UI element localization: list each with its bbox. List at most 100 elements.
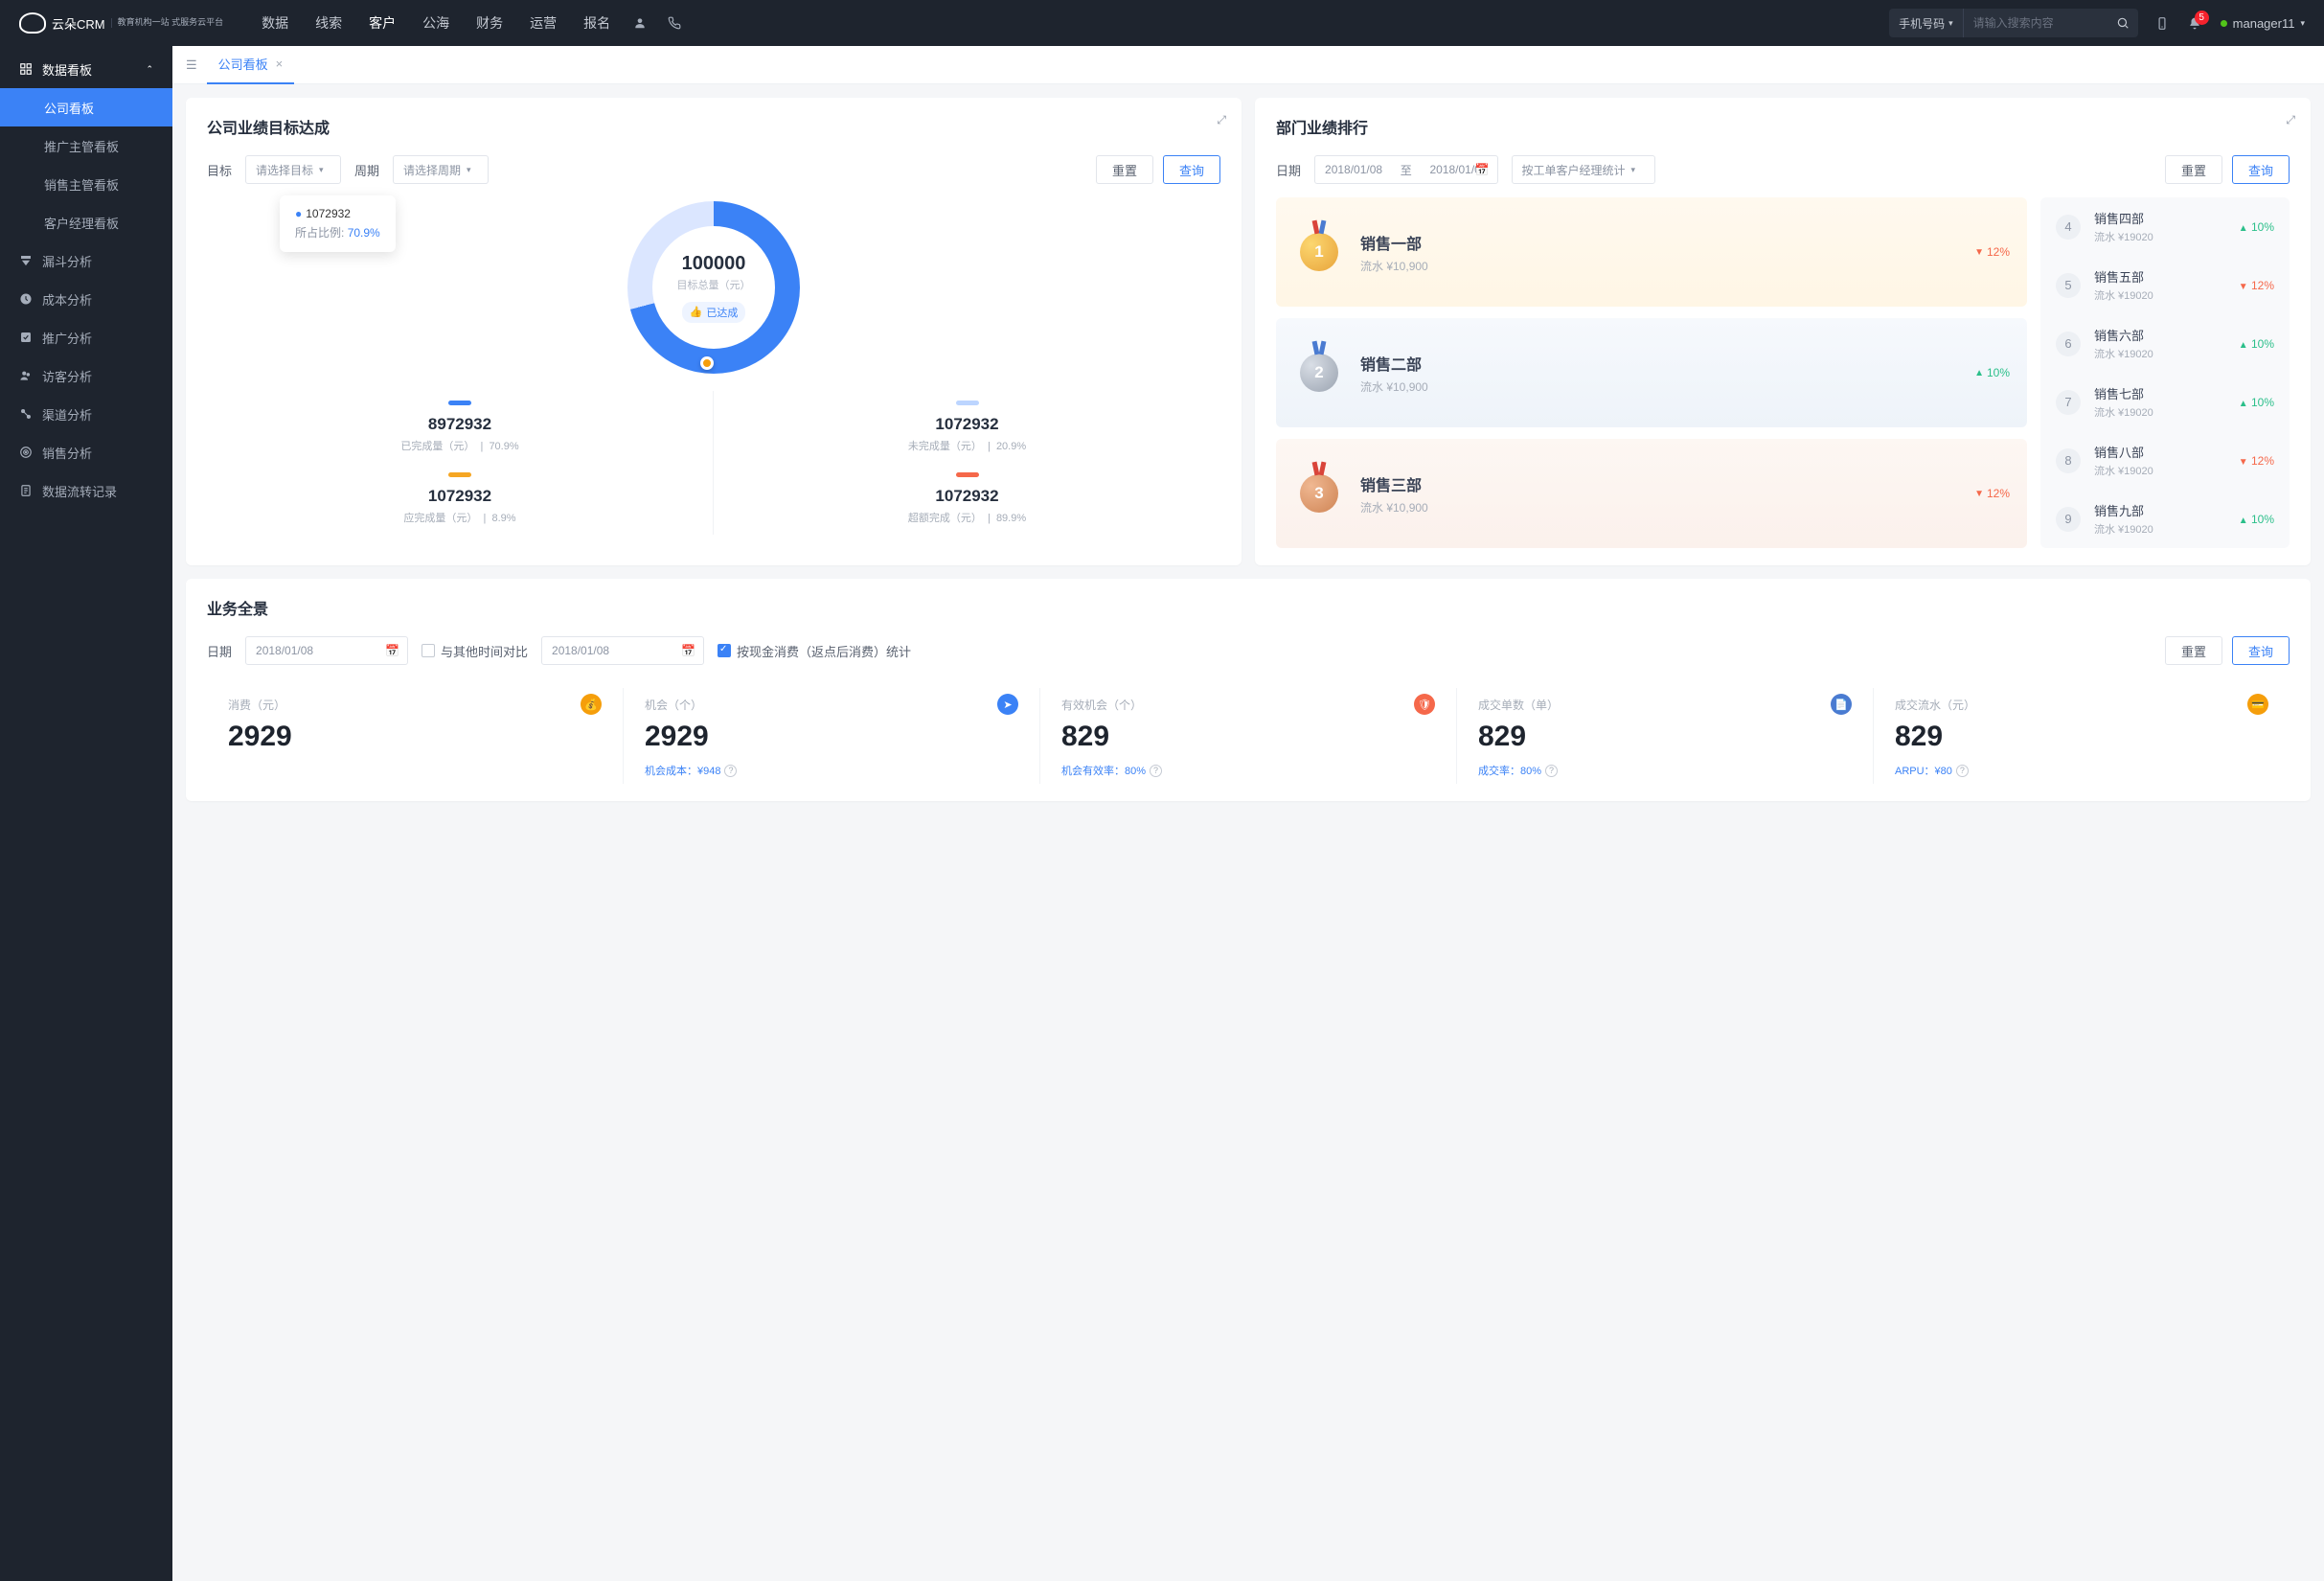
arrow-up-icon: ▲ (2239, 399, 2248, 409)
expand-icon[interactable]: ⤢ (2286, 113, 2295, 127)
help-icon[interactable]: ? (1956, 765, 1969, 777)
thumb-icon: 👍 (690, 306, 703, 318)
trend-badge: ▼12% (1974, 487, 2010, 500)
ov-query-button[interactable]: 查询 (2232, 636, 2290, 665)
sidebar-group-dashboard[interactable]: 数据看板 ⌃ (0, 50, 172, 88)
sidebar-sub-item[interactable]: 公司看板 (0, 88, 172, 126)
user-icon[interactable] (633, 16, 647, 30)
dashboard-icon (19, 62, 33, 76)
kpi-value: 2929 (645, 721, 1018, 753)
rank-reset-button[interactable]: 重置 (2165, 155, 2222, 184)
menu-icon (19, 331, 33, 344)
help-icon[interactable]: ? (1150, 765, 1162, 777)
topnav-item[interactable]: 运营 (530, 13, 557, 33)
rank-card: ⤢ 部门业绩排行 日期 2018/01/08 至 2018/01/08 📅 按工… (1255, 98, 2311, 565)
topnav-item[interactable]: 公海 (422, 13, 449, 33)
topnav-item[interactable]: 报名 (583, 13, 610, 33)
medal-icon: 1 (1293, 226, 1345, 278)
rank-row: 5销售五部流水 ¥19020▼ 12% (2040, 256, 2290, 314)
notifications-icon[interactable]: 5 (2188, 16, 2201, 30)
arrow-up-icon: ▲ (2239, 340, 2248, 351)
rank-query-button[interactable]: 查询 (2232, 155, 2290, 184)
sidebar-sub-item[interactable]: 推广主管看板 (0, 126, 172, 165)
rank-date-range[interactable]: 2018/01/08 至 2018/01/08 📅 (1314, 155, 1497, 184)
goal-stat: 1072932应完成量（元） | 8.9% (207, 463, 714, 535)
cash-checkbox[interactable] (718, 644, 731, 657)
menu-icon (19, 369, 33, 382)
brand-subtitle: 教育机构一站 式服务云平台 (111, 18, 224, 28)
status-dot-icon (2221, 20, 2227, 27)
ov-reset-button[interactable]: 重置 (2165, 636, 2222, 665)
rank-row: 6销售六部流水 ¥19020▲ 10% (2040, 314, 2290, 373)
sidebar: 数据看板 ⌃ 公司看板推广主管看板销售主管看板客户经理看板 漏斗分析成本分析推广… (0, 46, 172, 1581)
ov-date2-input[interactable]: 2018/01/08📅 (541, 636, 704, 665)
target-label: 目标 (207, 161, 232, 179)
stat-bar-icon (956, 401, 979, 405)
user-name: manager11 (2233, 16, 2295, 31)
kpi-tile: 有效机会（个）🛡829机会有效率：80% ? (1040, 688, 1457, 784)
podium-card: 1销售一部流水 ¥10,900▼12% (1276, 197, 2027, 307)
podium-card: 2销售二部流水 ¥10,900▲10% (1276, 318, 2027, 427)
goal-reset-button[interactable]: 重置 (1096, 155, 1153, 184)
goal-query-button[interactable]: 查询 (1163, 155, 1220, 184)
phone-icon[interactable] (668, 16, 681, 30)
medal-icon: 3 (1293, 468, 1345, 519)
trend-badge: ▼ 12% (2239, 454, 2274, 468)
goal-stat: 1072932未完成量（元） | 20.9% (714, 391, 1220, 463)
kpi-icon: ➤ (997, 694, 1018, 715)
target-select[interactable]: 请选择目标▾ (245, 155, 341, 184)
goal-stat: 1072932超额完成（元） | 89.9% (714, 463, 1220, 535)
arrow-down-icon: ▼ (1974, 489, 1984, 499)
topnav-item[interactable]: 线索 (315, 13, 342, 33)
period-select[interactable]: 请选择周期▾ (393, 155, 489, 184)
sidebar-item[interactable]: 数据流转记录 (0, 471, 172, 510)
mobile-icon[interactable] (2155, 16, 2169, 30)
stat-bar-icon (956, 472, 979, 477)
help-icon[interactable]: ? (1545, 765, 1558, 777)
sidebar-sub-item[interactable]: 销售主管看板 (0, 165, 172, 203)
overview-card: 业务全景 日期 2018/01/08📅 与其他时间对比 2018/01/08📅 … (186, 579, 2311, 801)
menu-icon (19, 292, 33, 306)
kpi-value: 829 (1478, 721, 1852, 753)
close-icon[interactable]: × (276, 57, 284, 71)
donut-total-label: 目标总量（元） (677, 277, 751, 292)
sidebar-item[interactable]: 销售分析 (0, 433, 172, 471)
search-button[interactable] (2108, 16, 2138, 30)
tab-company-board[interactable]: 公司看板 × (207, 46, 295, 84)
sidebar-item[interactable]: 成本分析 (0, 280, 172, 318)
sidebar-item[interactable]: 渠道分析 (0, 395, 172, 433)
kpi-subtext: 成交率：80% ? (1478, 763, 1852, 778)
search-input[interactable] (1964, 16, 2108, 30)
chevron-down-icon: ▾ (467, 165, 471, 175)
rank-number: 8 (2056, 448, 2081, 473)
kpi-icon: 🛡 (1414, 694, 1435, 715)
kpi-subtext: 机会成本：¥948 ? (645, 763, 1018, 778)
chevron-down-icon: ▾ (2300, 18, 2305, 29)
sidebar-sub-item[interactable]: 客户经理看板 (0, 203, 172, 241)
user-menu[interactable]: manager11 ▾ (2221, 16, 2305, 31)
kpi-icon: 📄 (1831, 694, 1852, 715)
compare-checkbox[interactable] (422, 644, 435, 657)
rank-row: 9销售九部流水 ¥19020▲ 10% (2040, 490, 2290, 548)
overview-title: 业务全景 (207, 596, 2290, 619)
rank-number: 7 (2056, 390, 2081, 415)
topnav-item[interactable]: 数据 (262, 13, 288, 33)
kpi-icon: 💰 (581, 694, 602, 715)
arrow-up-icon: ▲ (2239, 223, 2248, 234)
expand-icon[interactable]: ⤢ (1217, 113, 1226, 127)
group-by-select[interactable]: 按工单客户经理统计▾ (1512, 155, 1655, 184)
topnav-item[interactable]: 财务 (476, 13, 503, 33)
help-icon[interactable]: ? (724, 765, 737, 777)
sidebar-item[interactable]: 访客分析 (0, 356, 172, 395)
topnav-item[interactable]: 客户 (369, 13, 396, 33)
collapse-sidebar-button[interactable]: ☰ (186, 57, 197, 73)
kpi-tile: 成交流水（元）💳829ARPU：¥80 ? (1874, 688, 2290, 784)
stat-bar-icon (448, 472, 471, 477)
sidebar-item[interactable]: 漏斗分析 (0, 241, 172, 280)
search-type-select[interactable]: 手机号码▾ (1889, 9, 1964, 37)
goal-title: 公司业绩目标达成 (207, 115, 1220, 138)
rank-number: 9 (2056, 507, 2081, 532)
ov-date-input[interactable]: 2018/01/08📅 (245, 636, 408, 665)
sidebar-item[interactable]: 推广分析 (0, 318, 172, 356)
brand-logo[interactable]: 云朵CRM 教育机构一站 式服务云平台 (19, 12, 223, 34)
